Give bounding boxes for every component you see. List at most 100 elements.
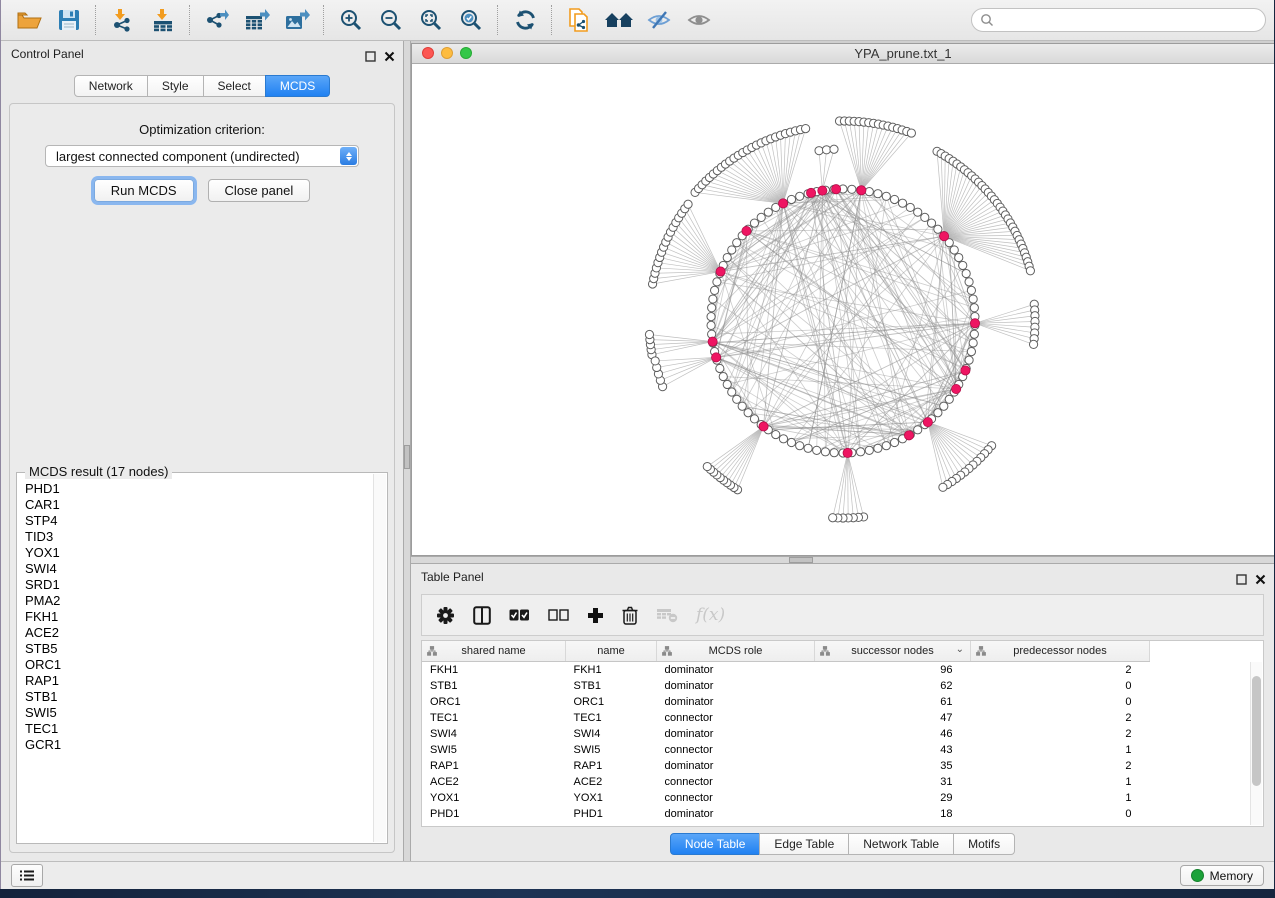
mcds-result-list[interactable]: PHD1CAR1STP4TID3YOX1SWI4SRD1PMA2FKH1ACE2…	[17, 481, 373, 839]
network-node[interactable]	[969, 295, 977, 303]
table-row[interactable]: SWI5SWI5connector431	[422, 742, 1150, 758]
mcds-result-item[interactable]: GCR1	[17, 737, 373, 753]
export-table-button[interactable]	[237, 3, 277, 37]
mcds-result-item[interactable]: CAR1	[17, 497, 373, 513]
network-node[interactable]	[939, 483, 947, 491]
mcds-result-item[interactable]: ORC1	[17, 657, 373, 673]
network-node[interactable]	[719, 372, 727, 380]
network-node[interactable]	[787, 195, 795, 203]
dominator-node[interactable]	[742, 226, 751, 235]
network-node[interactable]	[970, 330, 978, 338]
result-list-scrollbar[interactable]	[373, 474, 386, 842]
column-header-MCDS-role[interactable]: MCDS role	[657, 641, 815, 662]
network-node[interactable]	[898, 199, 906, 207]
clone-network-button[interactable]	[559, 3, 599, 37]
network-node[interactable]	[750, 219, 758, 227]
network-node[interactable]	[962, 269, 970, 277]
dominator-node[interactable]	[843, 448, 852, 457]
mcds-result-item[interactable]: SRD1	[17, 577, 373, 593]
network-node[interactable]	[710, 286, 718, 294]
dominator-node[interactable]	[716, 267, 725, 276]
import-table-button[interactable]	[143, 3, 183, 37]
network-node[interactable]	[934, 225, 942, 233]
network-node[interactable]	[796, 192, 804, 200]
network-node[interactable]	[764, 208, 772, 216]
mcds-result-item[interactable]: PHD1	[17, 481, 373, 497]
criterion-select[interactable]: largest connected component (undirected)	[45, 145, 359, 167]
splitter-grip-icon[interactable]	[404, 445, 410, 469]
mcds-result-item[interactable]: STB1	[17, 689, 373, 705]
dominator-node[interactable]	[857, 186, 866, 195]
float-panel-icon[interactable]	[1236, 572, 1247, 583]
table-row[interactable]: FKH1FKH1dominator962	[422, 662, 1150, 679]
deselect-all-rows-button[interactable]	[546, 607, 571, 623]
refresh-button[interactable]	[505, 3, 545, 37]
network-node[interactable]	[830, 145, 838, 153]
network-node[interactable]	[950, 246, 958, 254]
delete-column-button[interactable]	[620, 604, 640, 627]
network-node[interactable]	[796, 442, 804, 450]
network-node[interactable]	[709, 295, 717, 303]
vertical-splitter[interactable]	[403, 41, 411, 861]
close-panel-icon[interactable]	[1255, 572, 1266, 583]
dominator-node[interactable]	[961, 366, 970, 375]
tab-edge-table[interactable]: Edge Table	[759, 833, 849, 855]
network-node[interactable]	[728, 246, 736, 254]
table-row[interactable]: TEC1TEC1connector472	[422, 710, 1150, 726]
network-node[interactable]	[684, 200, 692, 208]
network-node[interactable]	[927, 219, 935, 227]
network-node[interactable]	[822, 146, 830, 154]
mcds-result-item[interactable]: SWI5	[17, 705, 373, 721]
task-history-button[interactable]	[11, 864, 43, 887]
first-neighbors-button[interactable]	[599, 3, 639, 37]
network-node[interactable]	[945, 395, 953, 403]
dominator-node[interactable]	[712, 353, 721, 362]
zoom-out-button[interactable]	[371, 3, 411, 37]
run-mcds-button[interactable]: Run MCDS	[94, 179, 194, 202]
network-node[interactable]	[907, 129, 915, 137]
network-node[interactable]	[733, 239, 741, 247]
network-node[interactable]	[733, 395, 741, 403]
network-node[interactable]	[757, 213, 765, 221]
network-node[interactable]	[728, 388, 736, 396]
dominator-node[interactable]	[708, 337, 717, 346]
network-node[interactable]	[934, 409, 942, 417]
network-node[interactable]	[874, 190, 882, 198]
dominator-node[interactable]	[904, 431, 913, 440]
mcds-result-item[interactable]: STB5	[17, 641, 373, 657]
network-node[interactable]	[959, 261, 967, 269]
tab-mcds[interactable]: MCDS	[265, 75, 330, 97]
network-node[interactable]	[865, 188, 873, 196]
network-node[interactable]	[921, 213, 929, 221]
network-window-titlebar[interactable]: YPA_prune.txt_1	[412, 44, 1274, 64]
horizontal-splitter[interactable]	[411, 556, 1274, 564]
table-row[interactable]: STB1STB1dominator620	[422, 678, 1150, 694]
network-node[interactable]	[969, 339, 977, 347]
mcds-result-item[interactable]: YOX1	[17, 545, 373, 561]
network-node[interactable]	[830, 449, 838, 457]
network-node[interactable]	[708, 304, 716, 312]
table-row[interactable]: YOX1YOX1connector291	[422, 790, 1150, 806]
network-node[interactable]	[940, 402, 948, 410]
network-node[interactable]	[707, 321, 715, 329]
network-node[interactable]	[713, 278, 721, 286]
column-header-successor-nodes[interactable]: successor nodes⌄	[815, 641, 971, 662]
dominator-node[interactable]	[940, 232, 949, 241]
table-row[interactable]: SWI4SWI4dominator462	[422, 726, 1150, 742]
network-node[interactable]	[890, 438, 898, 446]
table-options-button[interactable]	[434, 604, 457, 627]
network-node[interactable]	[856, 448, 864, 456]
column-header-name[interactable]: name	[566, 641, 657, 662]
dominator-node[interactable]	[952, 384, 961, 393]
mcds-result-item[interactable]: STP4	[17, 513, 373, 529]
network-node[interactable]	[848, 185, 856, 193]
close-panel-button[interactable]: Close panel	[208, 179, 311, 202]
network-node[interactable]	[1026, 267, 1034, 275]
dominator-node[interactable]	[806, 188, 815, 197]
dominator-node[interactable]	[759, 422, 768, 431]
mcds-result-item[interactable]: FKH1	[17, 609, 373, 625]
fit-content-button[interactable]	[411, 3, 451, 37]
open-file-button[interactable]	[9, 3, 49, 37]
network-node[interactable]	[804, 444, 812, 452]
zoom-in-button[interactable]	[331, 3, 371, 37]
